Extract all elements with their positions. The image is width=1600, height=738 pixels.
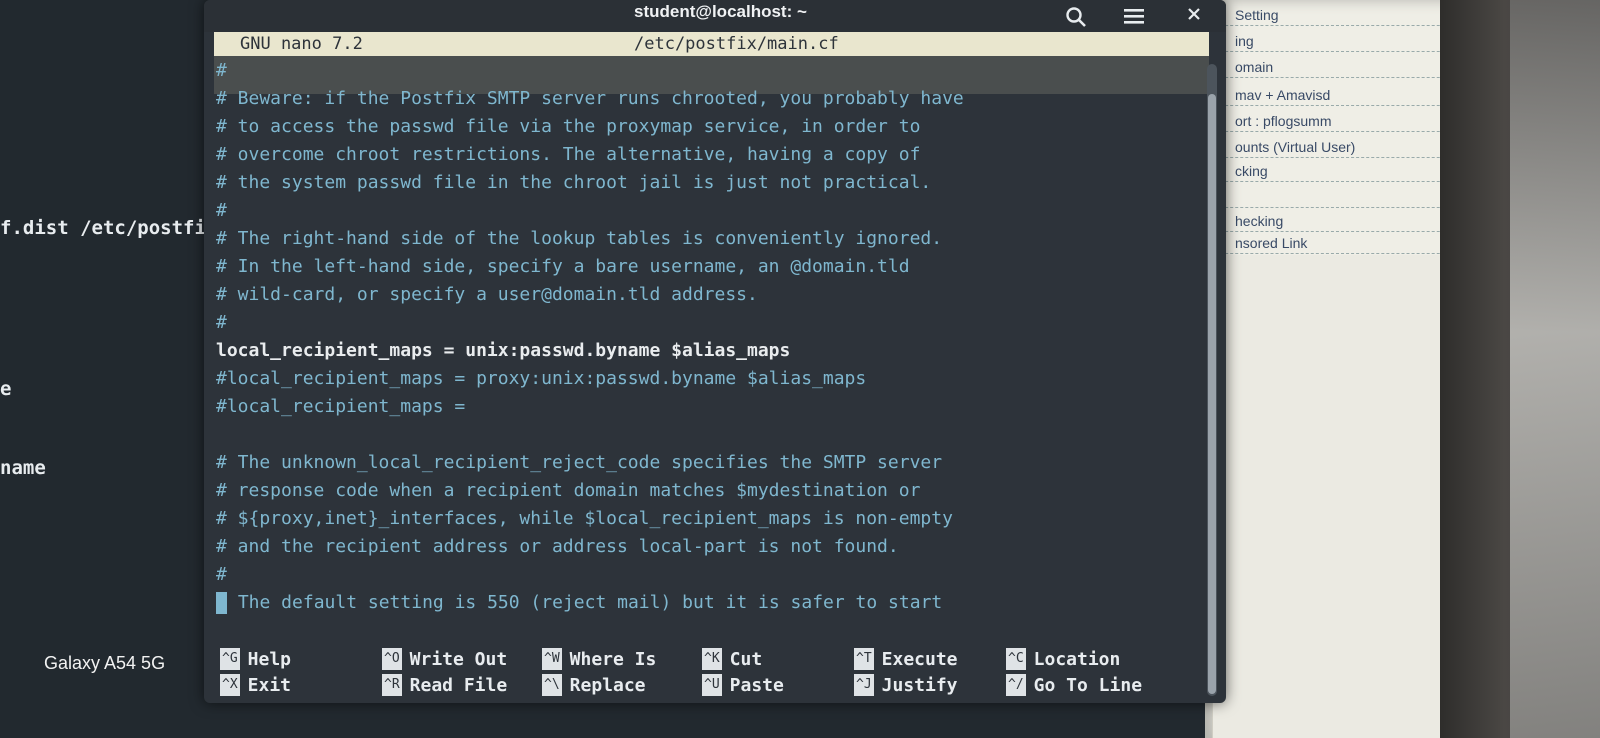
phone-watermark: Galaxy A54 5G xyxy=(44,653,166,673)
doc-row[interactable]: nsored Link xyxy=(1205,232,1475,254)
shortcut-label: Replace xyxy=(569,675,646,696)
editor-line: # xyxy=(216,564,227,585)
shortcut-key: ^U xyxy=(702,674,722,696)
shortcut-label: Exit xyxy=(247,675,292,696)
doc-row[interactable]: ounts (Virtual User) xyxy=(1205,136,1475,158)
titlebar: student@localhost: ~ xyxy=(204,0,1226,32)
text-cursor xyxy=(216,592,227,614)
shortcut-key: ^G xyxy=(220,648,240,670)
editor-line: # The unknown_local_recipient_reject_cod… xyxy=(216,452,943,473)
shortcut-label: Justify xyxy=(881,675,958,696)
bg-terminal-line: f.dist /etc/postfi xyxy=(0,217,206,239)
shortcut-go-to-line[interactable]: ^/ Go To Line xyxy=(1006,674,1142,698)
shortcut-replace[interactable]: ^\ Replace xyxy=(542,674,646,698)
nano-header: GNU nano 7.2 /etc/postfix/main.cf xyxy=(214,32,1209,56)
terminal-window: student@localhost: ~ GNU nano 7.2 /etc/p… xyxy=(204,0,1226,703)
shortcut-exit[interactable]: ^X Exit xyxy=(220,674,291,698)
nano-shortcut-bar: ^G Help ^O Write Out ^W Where Is ^K Cut ^T Ex… xyxy=(214,648,1199,700)
background-wall xyxy=(1510,0,1600,738)
editor-last-line: The default setting is 550 (reject mail)… xyxy=(216,592,942,614)
editor-line: #local_recipient_maps = proxy:unix:passw… xyxy=(216,368,867,389)
editor-line: local_recipient_maps = unix:passwd.bynam… xyxy=(216,340,791,361)
shortcut-key: ^K xyxy=(702,648,722,670)
shortcut-key: ^T xyxy=(854,648,874,670)
shortcut-label: Paste xyxy=(729,675,784,696)
shortcut-where-is[interactable]: ^W Where Is xyxy=(542,648,656,672)
editor-line-text: The default setting is 550 (reject mail)… xyxy=(227,592,943,613)
editor-line: # wild-card, or specify a user@domain.tl… xyxy=(216,284,758,305)
shortcut-label: Help xyxy=(247,649,292,670)
shortcut-key: ^R xyxy=(382,674,402,696)
shortcut-key: ^/ xyxy=(1006,674,1026,696)
shortcut-read-file[interactable]: ^R Read File xyxy=(382,674,507,698)
shortcut-key: ^C xyxy=(1006,648,1026,670)
shortcut-cut[interactable]: ^K Cut xyxy=(702,648,762,672)
editor-line: # xyxy=(216,200,227,221)
nano-version: GNU nano 7.2 xyxy=(240,34,363,54)
doc-row[interactable]: mav + Amavisd xyxy=(1205,84,1475,106)
shortcut-label: Cut xyxy=(729,649,763,670)
doc-row[interactable]: omain xyxy=(1205,56,1475,78)
editor-line: # xyxy=(216,60,227,81)
doc-row[interactable]: ort : pflogsumm xyxy=(1205,110,1475,132)
shortcut-key: ^O xyxy=(382,648,402,670)
editor-area[interactable]: # # Beware: if the Postfix SMTP server r… xyxy=(214,58,1199,633)
shortcut-justify[interactable]: ^J Justify xyxy=(854,674,958,698)
shortcut-key: ^\ xyxy=(542,674,562,696)
bg-terminal-line: e xyxy=(0,378,12,400)
shortcut-key: ^J xyxy=(854,674,874,696)
editor-line: # Beware: if the Postfix SMTP server run… xyxy=(216,88,964,109)
doc-row xyxy=(1205,186,1475,208)
editor-line: #local_recipient_maps = xyxy=(216,396,466,417)
shortcut-label: Read File xyxy=(409,675,508,696)
shortcut-label: Execute xyxy=(881,649,958,670)
editor-line: # response code when a recipient domain … xyxy=(216,480,921,501)
hamburger-menu-icon[interactable] xyxy=(1114,4,1154,28)
doc-row[interactable]: ing xyxy=(1205,30,1475,52)
editor-line: # In the left-hand side, specify a bare … xyxy=(216,256,910,277)
editor-line: # to access the passwd file via the prox… xyxy=(216,116,921,137)
shortcut-paste[interactable]: ^U Paste xyxy=(702,674,784,698)
shortcut-help[interactable]: ^G Help xyxy=(220,648,291,672)
close-icon[interactable] xyxy=(1174,4,1214,28)
search-icon[interactable] xyxy=(1056,4,1096,28)
doc-row[interactable]: hecking xyxy=(1205,210,1475,232)
doc-panel xyxy=(1212,255,1441,738)
editor-line: # The right-hand side of the lookup tabl… xyxy=(216,228,943,249)
shortcut-label: Go To Line xyxy=(1033,675,1143,696)
editor-line: # the system passwd file in the chroot j… xyxy=(216,172,932,193)
shortcut-label: Where Is xyxy=(569,649,657,670)
shortcut-key: ^X xyxy=(220,674,240,696)
editor-line: # overcome chroot restrictions. The alte… xyxy=(216,144,921,165)
shortcut-write-out[interactable]: ^O Write Out xyxy=(382,648,507,672)
window-title: student@localhost: ~ xyxy=(634,2,807,21)
bg-terminal-line: name xyxy=(0,457,46,479)
scrollbar[interactable] xyxy=(1207,64,1217,696)
editor-line: # and the recipient address or address l… xyxy=(216,536,899,557)
scrollbar-thumb[interactable] xyxy=(1208,94,1216,694)
doc-row[interactable]: Setting xyxy=(1205,4,1475,26)
shortcut-label: Location xyxy=(1033,649,1121,670)
shortcut-location[interactable]: ^C Location xyxy=(1006,648,1120,672)
nano-filename: /etc/postfix/main.cf xyxy=(634,34,839,54)
editor-line: # xyxy=(216,312,227,333)
shortcut-key: ^W xyxy=(542,648,562,670)
shortcut-label: Write Out xyxy=(409,649,508,670)
shortcut-execute[interactable]: ^T Execute xyxy=(854,648,958,672)
editor-line: # ${proxy,inet}_interfaces, while $local… xyxy=(216,508,953,529)
doc-row[interactable]: cking xyxy=(1205,160,1475,182)
